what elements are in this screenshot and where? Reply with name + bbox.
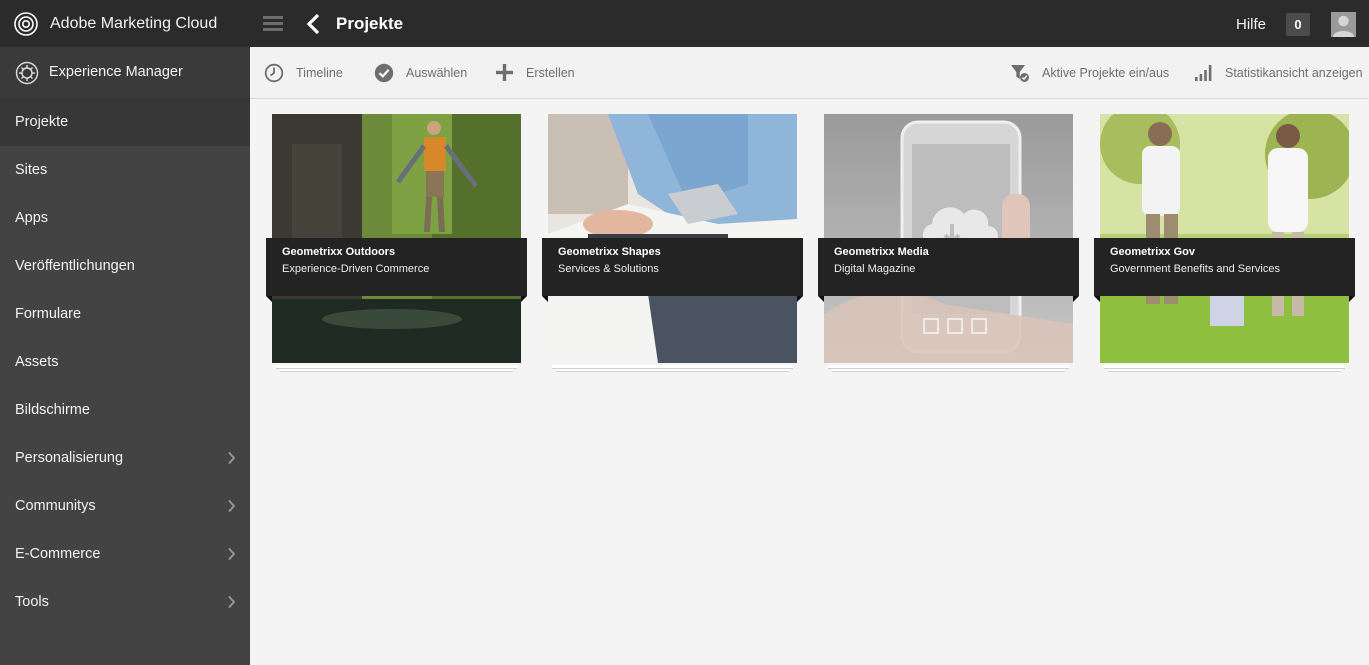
notifications-badge[interactable]: 0	[1286, 13, 1310, 36]
project-subtitle: Services & Solutions	[558, 263, 659, 275]
create-button[interactable]: Erstellen	[495, 47, 575, 98]
card-stack-edge	[1108, 369, 1341, 372]
ribbon-fold	[1349, 296, 1355, 302]
sidebar-item-formulare[interactable]: Formulare	[0, 290, 250, 338]
sidebar-item-label: E-Commerce	[15, 546, 101, 562]
experience-manager-icon	[15, 61, 39, 85]
card-stack-edge	[280, 369, 513, 372]
sidebar-item-assets[interactable]: Assets	[0, 338, 250, 386]
action-bar: Timeline Auswählen Erstellen Aktive Proj…	[250, 47, 1369, 99]
sidebar-item-label: Apps	[15, 210, 49, 226]
stats-view-label: Statistikansicht anzeigen	[1225, 65, 1363, 80]
sidebar-item-label: Sites	[15, 162, 48, 178]
user-icon	[1333, 15, 1354, 37]
project-card-outdoors[interactable]: Geometrixx Outdoors Experience-Driven Co…	[266, 114, 527, 372]
sidebar-item-label: Formulare	[15, 306, 82, 322]
sidebar-item-label: Communitys	[15, 498, 96, 514]
sidebar-nav: Projekte Sites Apps Veröffentlichungen F…	[0, 98, 250, 626]
card-stack-edge	[276, 365, 517, 369]
projects-grid: Geometrixx Outdoors Experience-Driven Co…	[250, 99, 1369, 665]
project-title: Geometrixx Outdoors	[282, 246, 396, 258]
card-stack-edge	[1104, 365, 1345, 369]
filter-check-icon	[1011, 64, 1029, 82]
ribbon-fold	[818, 296, 824, 302]
plus-icon	[496, 64, 513, 81]
top-bar: Adobe Marketing Cloud Projekte Hilfe 0	[0, 0, 1369, 47]
card-stack-edge	[828, 365, 1069, 369]
sidebar-item-label: Tools	[15, 594, 49, 610]
sidebar-item-veroeffentlichungen[interactable]: Veröffentlichungen	[0, 242, 250, 290]
ribbon-fold	[1073, 296, 1079, 302]
project-card-media[interactable]: Geometrixx Media Digital Magazine	[818, 114, 1079, 372]
chevron-right-icon	[228, 595, 236, 609]
ribbon-fold	[266, 296, 272, 302]
create-label: Erstellen	[526, 65, 575, 80]
sidebar-item-sites[interactable]: Sites	[0, 146, 250, 194]
ribbon-fold	[542, 296, 548, 302]
help-link[interactable]: Hilfe	[1236, 16, 1266, 33]
ribbon-fold	[1094, 296, 1100, 302]
project-title: Geometrixx Media	[834, 246, 929, 258]
project-title: Geometrixx Shapes	[558, 246, 661, 258]
brand-title: Adobe Marketing Cloud	[50, 15, 218, 32]
sidebar-item-label: Assets	[15, 354, 59, 370]
project-card-shapes[interactable]: Geometrixx Shapes Services & Solutions	[542, 114, 803, 372]
sidebar-header[interactable]: Experience Manager	[0, 47, 250, 99]
sidebar-item-apps[interactable]: Apps	[0, 194, 250, 242]
select-button[interactable]: Auswählen	[374, 47, 467, 98]
sidebar-item-label: Veröffentlichungen	[15, 258, 135, 274]
sidebar-item-projekte[interactable]: Projekte	[0, 98, 250, 146]
user-avatar[interactable]	[1331, 12, 1356, 37]
toggle-active-projects-label: Aktive Projekte ein/aus	[1042, 65, 1170, 80]
page-title: Projekte	[336, 14, 404, 33]
sidebar-item-e-commerce[interactable]: E-Commerce	[0, 530, 250, 578]
back-arrow-icon[interactable]	[305, 13, 321, 35]
ribbon-fold	[521, 296, 527, 302]
toggle-active-projects-button[interactable]: Aktive Projekte ein/aus	[1010, 47, 1169, 98]
project-card-label: Geometrixx Outdoors Experience-Driven Co…	[266, 238, 527, 296]
card-stack-edge	[552, 365, 793, 369]
bar-chart-icon	[1195, 65, 1212, 81]
project-subtitle: Digital Magazine	[834, 263, 916, 275]
project-card-label: Geometrixx Media Digital Magazine	[818, 238, 1079, 296]
sidebar-header-label: Experience Manager	[49, 64, 183, 80]
sidebar: Experience Manager Projekte Sites Apps V…	[0, 47, 250, 665]
sidebar-item-label: Personalisierung	[15, 450, 124, 466]
card-stack-edge	[832, 369, 1065, 372]
ribbon-fold	[797, 296, 803, 302]
project-card-label: Geometrixx Shapes Services & Solutions	[542, 238, 803, 296]
brand[interactable]: Adobe Marketing Cloud	[14, 12, 217, 36]
sidebar-item-label: Bildschirme	[15, 402, 90, 418]
menu-icon[interactable]	[263, 15, 283, 32]
sidebar-item-label: Projekte	[15, 114, 69, 130]
project-title: Geometrixx Gov	[1110, 246, 1195, 258]
checkmark-circle-icon	[374, 63, 394, 82]
select-label: Auswählen	[406, 65, 468, 80]
chevron-right-icon	[228, 499, 236, 513]
chevron-right-icon	[228, 451, 236, 465]
adobe-marketing-cloud-logo-icon	[14, 12, 38, 36]
project-subtitle: Government Benefits and Services	[1110, 263, 1280, 275]
sidebar-item-bildschirme[interactable]: Bildschirme	[0, 386, 250, 434]
timeline-label: Timeline	[296, 65, 343, 80]
project-subtitle: Experience-Driven Commerce	[282, 263, 430, 275]
stats-view-button[interactable]: Statistikansicht anzeigen	[1194, 47, 1363, 98]
project-card-label: Geometrixx Gov Government Benefits and S…	[1094, 238, 1355, 296]
clock-icon	[264, 63, 284, 82]
chevron-right-icon	[228, 547, 236, 561]
timeline-button[interactable]: Timeline	[264, 47, 343, 98]
sidebar-item-communitys[interactable]: Communitys	[0, 482, 250, 530]
sidebar-item-personalisierung[interactable]: Personalisierung	[0, 434, 250, 482]
sidebar-item-tools[interactable]: Tools	[0, 578, 250, 626]
project-card-gov[interactable]: Geometrixx Gov Government Benefits and S…	[1094, 114, 1355, 372]
card-stack-edge	[556, 369, 789, 372]
